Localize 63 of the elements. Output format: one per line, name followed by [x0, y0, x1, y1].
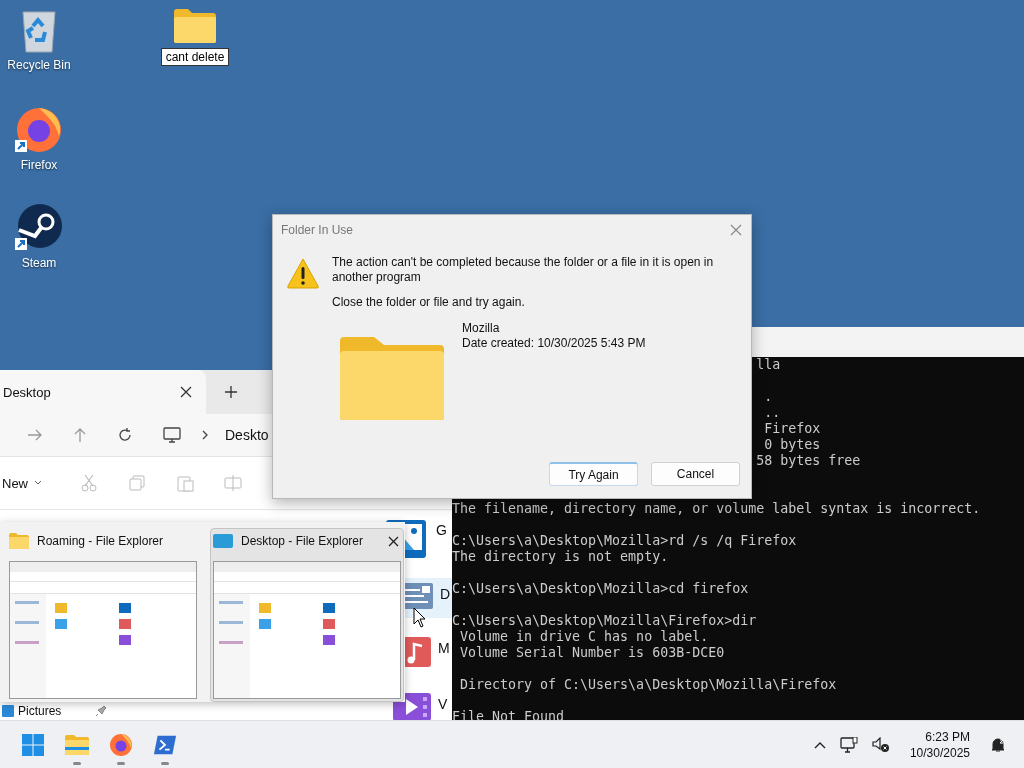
desktop-icon-label[interactable]: Recycle Bin — [7, 58, 71, 72]
refresh-icon[interactable] — [117, 427, 133, 443]
up-arrow-icon[interactable] — [73, 427, 87, 443]
terminal-line: 58 bytes free — [756, 453, 861, 468]
chevron-icon[interactable] — [201, 429, 209, 441]
terminal-line: lla — [756, 357, 781, 372]
terminal-line: Volume in drive C has no label. — [459, 629, 709, 644]
terminal-line: Directory of C:\Users\a\Desktop\Mozilla\Firefox — [459, 677, 837, 692]
item-label[interactable]: D — [440, 586, 451, 602]
steam-icon[interactable] — [13, 202, 65, 252]
firefox-icon[interactable] — [109, 732, 133, 757]
terminal-line: The filename, directory name, or volume label syntax is incorrect. — [452, 501, 981, 516]
forward-arrow-icon[interactable] — [27, 428, 43, 442]
terminal-line: C:\Users\a\Desktop\Mozilla>rd /s /q Firefox — [452, 533, 797, 548]
start-icon[interactable] — [22, 733, 44, 756]
terminal-line: .. — [764, 405, 781, 420]
folder-icon — [338, 335, 446, 421]
terminal-line: . — [764, 389, 773, 404]
plus-icon[interactable] — [225, 386, 237, 398]
cursor-icon — [413, 607, 427, 629]
monitor-icon[interactable] — [163, 427, 181, 443]
folder-icon[interactable] — [173, 8, 217, 44]
recycle-bin-icon[interactable] — [19, 8, 59, 54]
folder-name: Mozilla — [462, 321, 501, 335]
volume-muted-icon[interactable] — [871, 736, 890, 753]
terminal-line: Firefox — [764, 421, 821, 436]
desktop-icon-label[interactable]: Steam — [21, 256, 57, 270]
close-icon[interactable] — [180, 386, 192, 398]
pin-icon[interactable] — [95, 705, 108, 717]
sidebar-item[interactable]: Pictures — [18, 704, 62, 718]
item-label[interactable]: G — [436, 522, 447, 538]
terminal-line: The directory is not empty. — [452, 549, 669, 564]
folder-icon — [9, 533, 29, 549]
chevron-up-icon[interactable] — [813, 740, 826, 749]
new-button[interactable]: New — [2, 475, 34, 491]
chevron-down-icon[interactable] — [34, 480, 42, 486]
thumbnail-title: Desktop - File Explorer — [241, 534, 364, 548]
desktop-icon-label[interactable]: Firefox — [20, 158, 58, 172]
clock-date[interactable]: 10/30/2025 — [909, 744, 970, 761]
rename-field[interactable]: cant delete — [160, 48, 230, 66]
item-label[interactable]: V — [438, 696, 448, 712]
dialog-title: Folder In Use — [281, 223, 354, 237]
terminal-line: 0 bytes — [764, 437, 821, 452]
powershell-icon[interactable] — [153, 733, 177, 756]
window-thumbnail[interactable]: Roaming - File Explorer — [6, 528, 200, 702]
item-label[interactable]: M — [438, 640, 450, 656]
error-message: The action can't be completed because the folder or a file in it is open in another program — [332, 255, 715, 285]
thumbnail-title: Roaming - File Explorer — [37, 534, 164, 548]
dialog-button[interactable]: Cancel — [651, 462, 740, 486]
window-thumbnail[interactable]: Desktop - File Explorer — [210, 528, 404, 702]
clock-time[interactable]: 6:23 PM — [925, 728, 970, 745]
notification-bell-icon[interactable] — [990, 736, 1006, 753]
address-segment[interactable]: Deskto — [225, 427, 269, 443]
default-button[interactable]: Try Again — [549, 462, 638, 486]
network-icon[interactable] — [839, 736, 858, 753]
desktop-icon — [213, 533, 233, 549]
warning-icon — [286, 257, 320, 289]
date-created: Date created: 10/30/2025 5:43 PM — [462, 336, 646, 350]
instruction-text: Close the folder or file and try again. — [332, 295, 526, 309]
folder-icon[interactable] — [65, 733, 89, 756]
tab[interactable]: Desktop — [0, 370, 206, 414]
terminal-line: Volume Serial Number is 603B-DCE0 — [459, 645, 725, 660]
close-icon[interactable] — [388, 535, 399, 547]
